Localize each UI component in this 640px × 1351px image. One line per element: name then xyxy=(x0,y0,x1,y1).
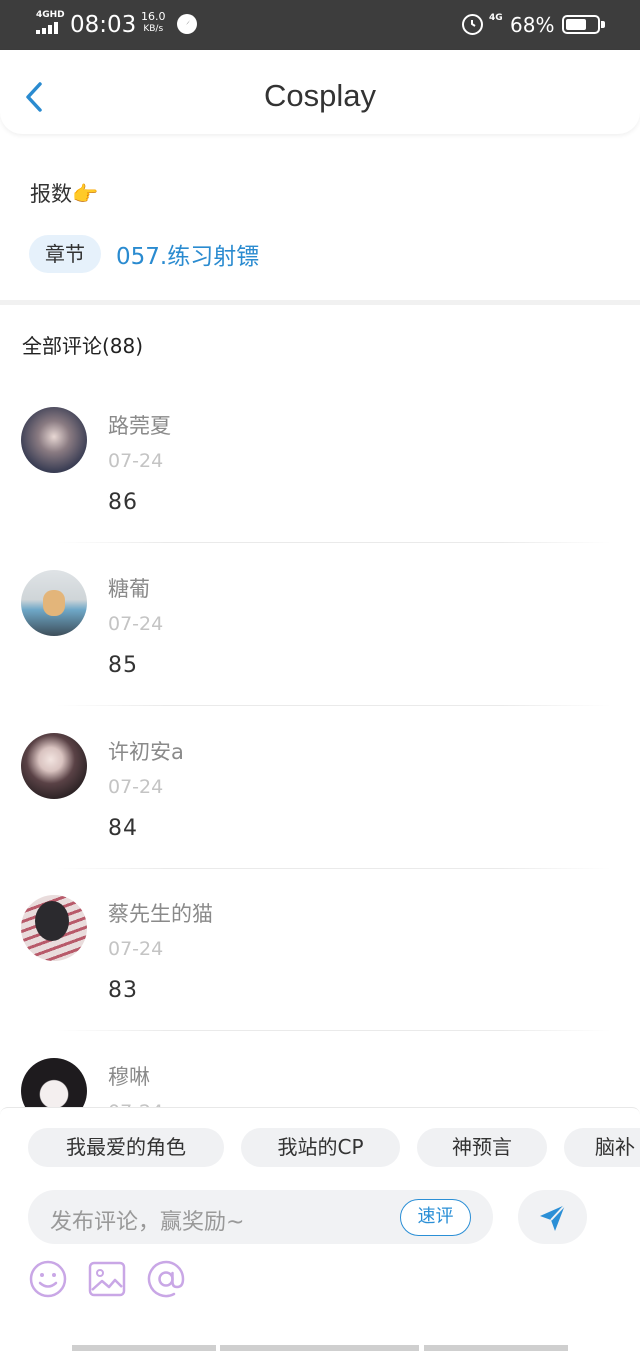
home-indicator xyxy=(72,1345,216,1351)
network-speed: 16.0 KB/s xyxy=(141,11,166,35)
send-icon xyxy=(540,1204,566,1231)
comment-item: 糖葡 07-24 85 xyxy=(0,543,640,706)
battery-fill xyxy=(566,19,586,30)
battery-tip xyxy=(601,21,605,28)
topic-section: 报数👉 章节 057.练习射镖 xyxy=(0,134,640,300)
emoji-icon[interactable] xyxy=(28,1259,68,1299)
comments-title: 全部评论(88) xyxy=(22,334,144,358)
compass-icon xyxy=(177,14,197,34)
nav-bar: Cosplay xyxy=(0,50,640,134)
section-divider xyxy=(0,300,640,305)
comment-date: 07-24 xyxy=(108,613,164,635)
battery-percent: 68% xyxy=(510,13,555,37)
battery-icon xyxy=(562,15,600,34)
avatar[interactable] xyxy=(21,733,87,799)
avatar[interactable] xyxy=(21,407,87,473)
home-indicator xyxy=(220,1345,419,1351)
clock: 08:03 xyxy=(70,12,137,38)
status-bar: 4GHD 08:03 16.0 KB/s 4G 68% xyxy=(0,0,640,50)
topic-text: 报数👉 xyxy=(30,182,99,206)
image-icon[interactable] xyxy=(87,1259,127,1299)
topic-chip[interactable]: 脑补 xyxy=(564,1128,640,1167)
comment-username[interactable]: 糖葡 xyxy=(108,573,150,603)
comment-input[interactable]: 发布评论，赢奖励~ 速评 xyxy=(28,1190,493,1244)
comment-username[interactable]: 穆啉 xyxy=(108,1061,150,1091)
avatar[interactable] xyxy=(21,895,87,961)
comment-placeholder: 发布评论，赢奖励~ xyxy=(50,1210,245,1235)
topic-chip[interactable]: 神预言 xyxy=(417,1128,547,1167)
comment-username[interactable]: 蔡先生的猫 xyxy=(108,898,213,928)
comment-composer: 我最爱的角色 我站的CP 神预言 脑补 发布评论，赢奖励~ 速评 xyxy=(0,1107,640,1351)
quick-comment-button[interactable]: 速评 xyxy=(400,1199,471,1236)
page-title: Cosplay xyxy=(264,78,376,113)
home-indicator xyxy=(424,1345,568,1351)
chapter-link[interactable]: 057.练习射镖 xyxy=(116,237,259,271)
comment-text: 84 xyxy=(108,816,138,841)
comment-text: 83 xyxy=(108,978,138,1003)
speed-unit: KB/s xyxy=(143,24,164,34)
comment-text: 86 xyxy=(108,490,138,515)
comment-item: 许初安a 07-24 84 xyxy=(0,706,640,869)
cellular-type: 4G xyxy=(489,13,503,23)
network-type: 4GHD xyxy=(36,10,65,20)
comment-item: 路莞夏 07-24 86 xyxy=(0,380,640,543)
chapter-tag: 章节 xyxy=(29,235,101,273)
topic-chip[interactable]: 我最爱的角色 xyxy=(28,1128,224,1167)
comment-date: 07-24 xyxy=(108,776,164,798)
comment-date: 07-24 xyxy=(108,938,164,960)
comment-username[interactable]: 路莞夏 xyxy=(108,410,171,440)
mention-icon[interactable] xyxy=(146,1259,186,1299)
speed-value: 16.0 xyxy=(141,10,166,23)
comment-username[interactable]: 许初安a xyxy=(108,736,184,766)
avatar[interactable] xyxy=(21,570,87,636)
comment-item: 蔡先生的猫 07-24 83 xyxy=(0,868,640,1031)
send-button[interactable] xyxy=(518,1190,587,1244)
comment-text: 85 xyxy=(108,653,138,678)
signal-icon xyxy=(36,22,62,34)
topic-chip[interactable]: 我站的CP xyxy=(241,1128,400,1167)
alarm-icon xyxy=(462,14,483,35)
comment-date: 07-24 xyxy=(108,450,164,472)
